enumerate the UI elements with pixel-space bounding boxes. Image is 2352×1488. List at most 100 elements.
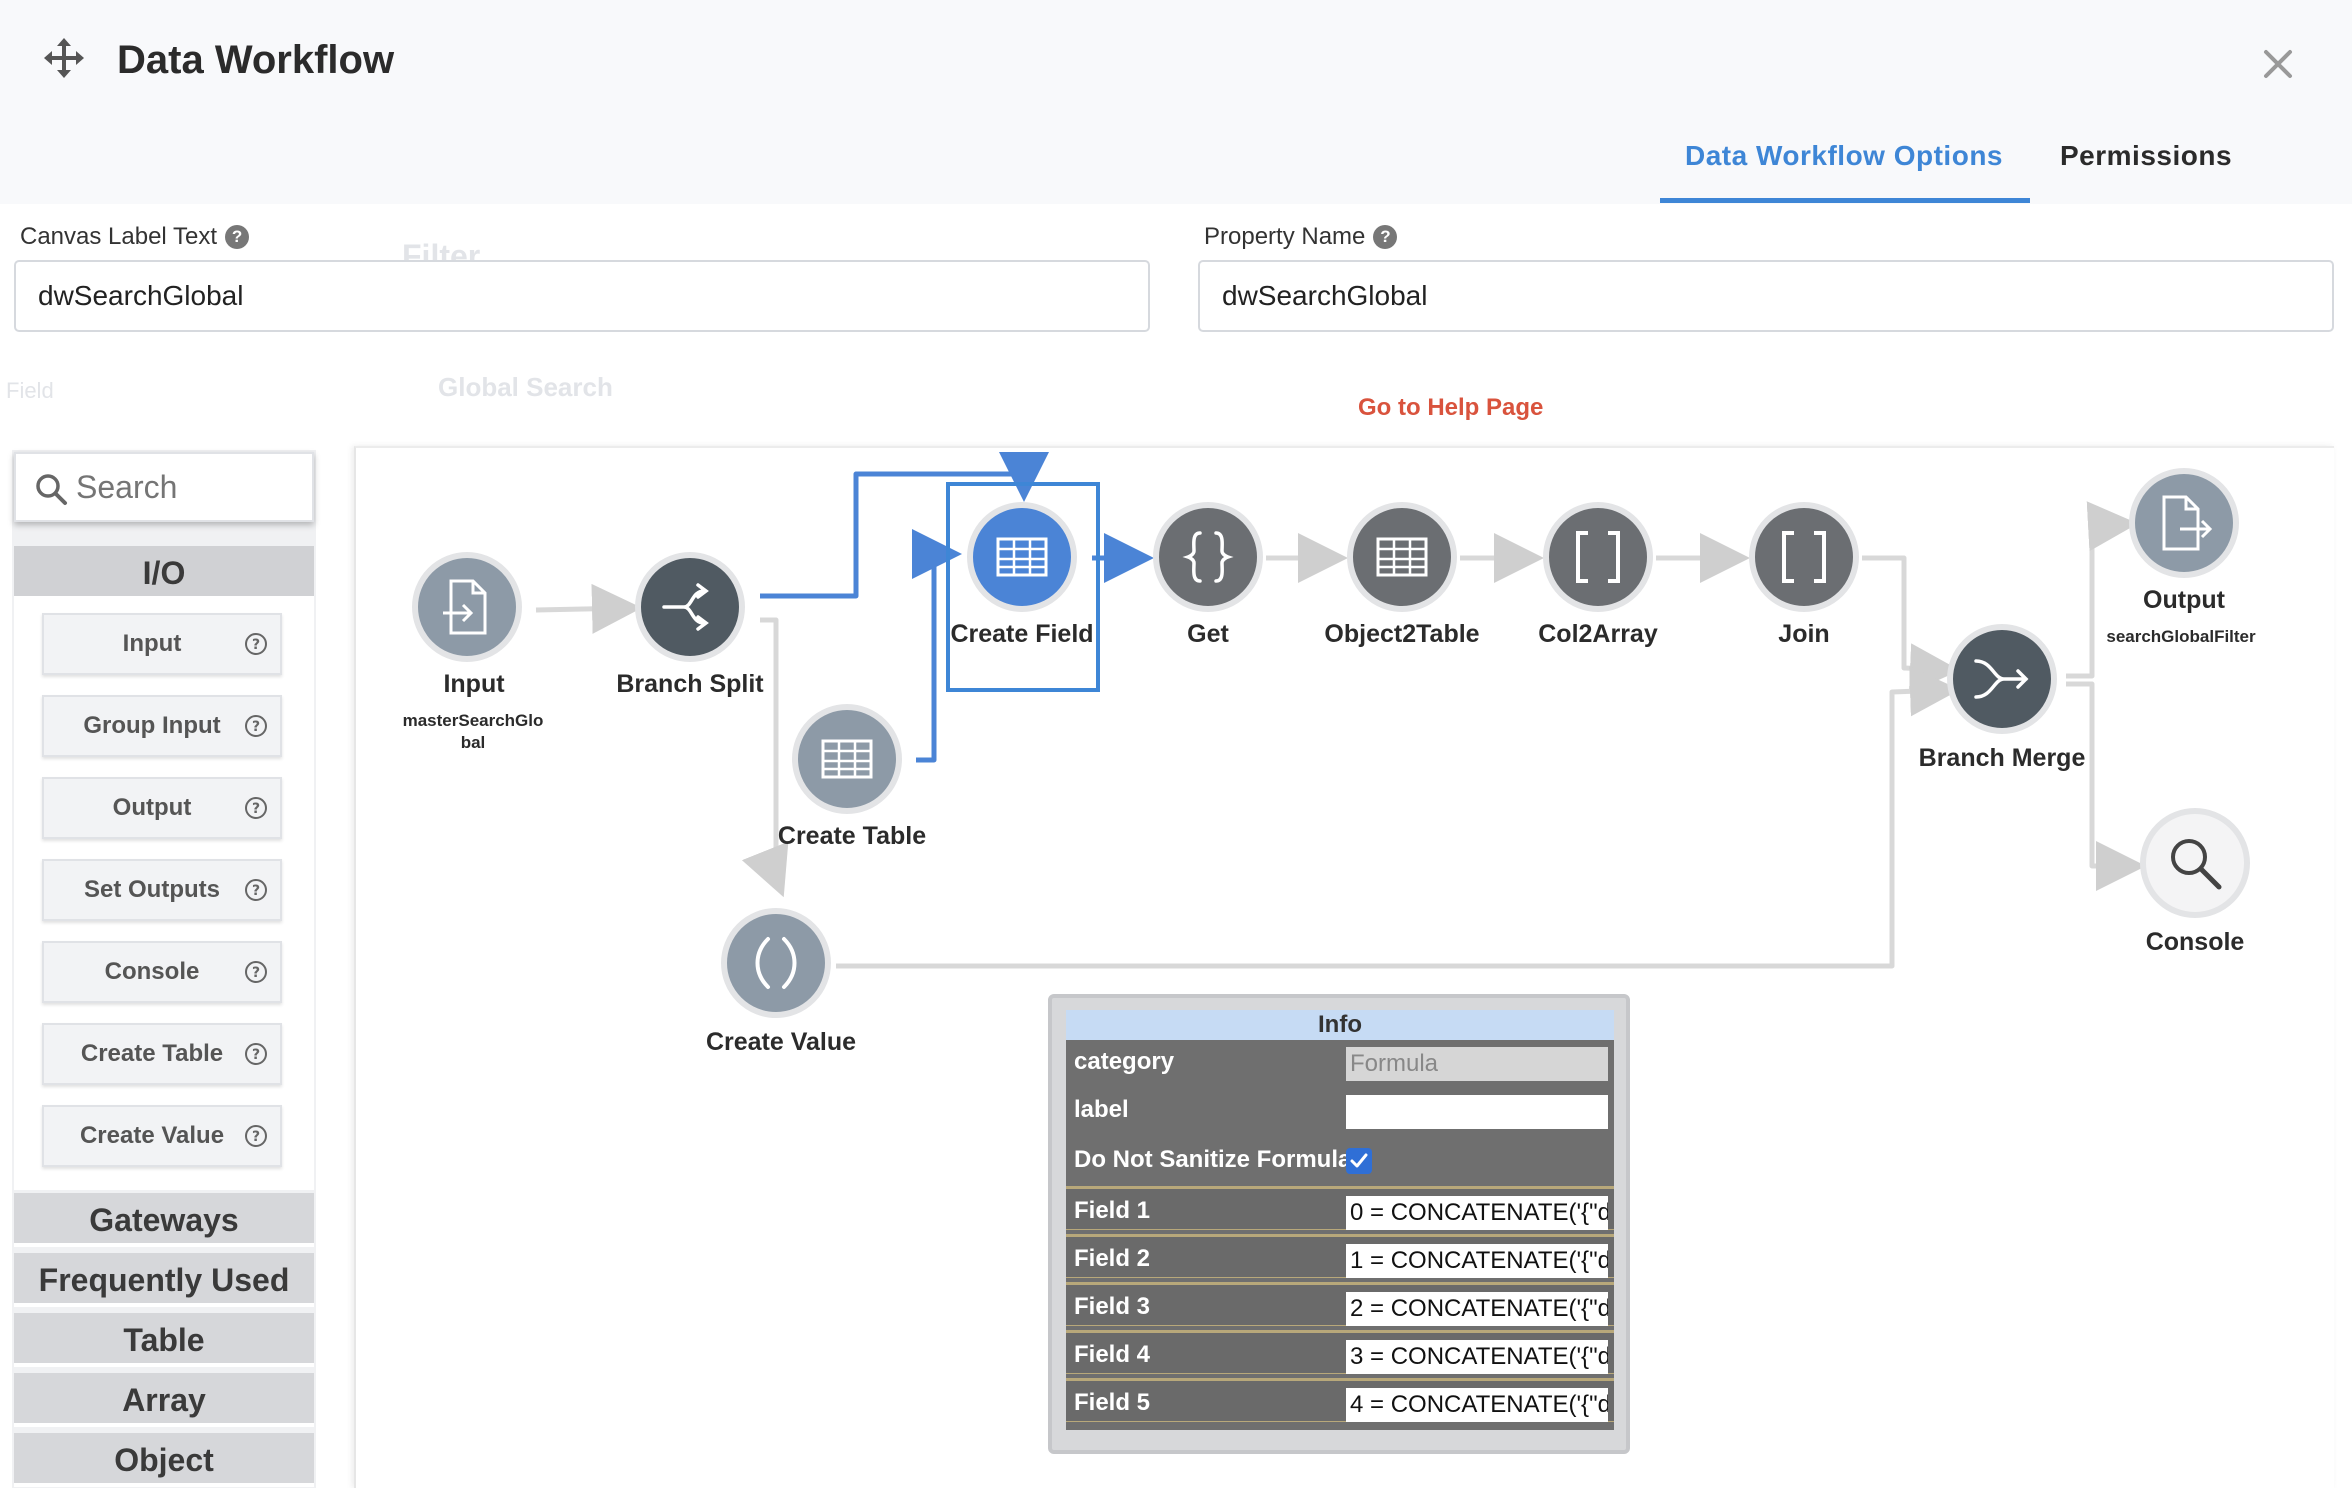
sanitize-checkbox[interactable] — [1346, 1148, 1372, 1174]
move-icon[interactable] — [44, 38, 84, 78]
node-create-value[interactable] — [721, 908, 831, 1018]
help-circle-icon[interactable]: ? — [244, 878, 268, 902]
field-5-input[interactable]: 4 = CONCATENATE('{"da — [1346, 1388, 1608, 1422]
help-circle-icon[interactable]: ? — [244, 960, 268, 984]
info-row-category: category Formula — [1066, 1040, 1614, 1084]
node-console-label: Console — [2145, 928, 2245, 956]
node-create-field[interactable] — [967, 502, 1077, 612]
help-circle-icon[interactable]: ? — [244, 1042, 268, 1066]
help-page-link[interactable]: Go to Help Page — [1358, 394, 1543, 422]
info-table: Info category Formula label Do Not Sanit… — [1066, 1010, 1614, 1430]
info-row-field-3: Field 3 2 = CONCATENATE('{"da — [1066, 1282, 1614, 1326]
square-brackets-icon — [1782, 531, 1826, 583]
node-branch-split-label: Branch Split — [616, 670, 764, 698]
curly-braces-icon — [1182, 531, 1234, 583]
node-input-label: Input — [443, 670, 505, 698]
palette-item-input[interactable]: Input ? — [42, 613, 282, 675]
checkmark-icon — [1350, 1153, 1368, 1168]
info-row-field-4: Field 4 3 = CONCATENATE('{"da — [1066, 1330, 1614, 1374]
node-branch-merge-label: Branch Merge — [1918, 744, 2086, 772]
help-circle-icon[interactable]: ? — [244, 632, 268, 656]
help-circle-icon[interactable]: ? — [244, 1124, 268, 1148]
help-circle-icon[interactable]: ? — [244, 796, 268, 820]
node-output-label: Output — [2143, 586, 2225, 614]
palette-item-output[interactable]: Output ? — [42, 777, 282, 839]
property-name-label: Property Name ? — [1204, 220, 1398, 254]
info-row-field-2: Field 2 1 = CONCATENATE('{"da — [1066, 1234, 1614, 1278]
search-icon — [36, 474, 67, 505]
dialog-header: Data Workflow Data Workflow Options Perm… — [0, 0, 2352, 204]
file-import-icon — [443, 579, 487, 635]
palette-item-console[interactable]: Console ? — [42, 941, 282, 1003]
palette-item-set-outputs[interactable]: Set Outputs ? — [42, 859, 282, 921]
palette-item-create-value[interactable]: Create Value ? — [42, 1105, 282, 1167]
label-input[interactable] — [1346, 1095, 1608, 1129]
node-output-sublabel: searchGlobalFilter — [2106, 627, 2256, 646]
help-icon[interactable]: ? — [225, 225, 250, 249]
branch-split-icon — [662, 583, 709, 631]
svg-text:?: ? — [252, 965, 260, 981]
node-join[interactable] — [1749, 502, 1859, 612]
field-3-input[interactable]: 2 = CONCATENATE('{"da — [1346, 1292, 1608, 1326]
info-row-field-5: Field 5 4 = CONCATENATE('{"da — [1066, 1378, 1614, 1422]
node-input[interactable] — [412, 552, 522, 662]
node-output[interactable] — [2129, 468, 2239, 578]
tab-permissions[interactable]: Permissions — [2060, 136, 2232, 176]
ghost-field-text: Field — [6, 378, 54, 403]
node-branch-split[interactable] — [635, 552, 745, 662]
svg-text:?: ? — [252, 637, 260, 653]
palette-section-io[interactable]: I/O — [14, 546, 314, 600]
node-console[interactable] — [2140, 808, 2250, 918]
palette-search-input[interactable] — [76, 468, 296, 506]
wire-input-branch-split — [535, 583, 642, 634]
help-icon[interactable]: ? — [1373, 225, 1398, 249]
svg-text:?: ? — [252, 801, 260, 817]
magnifier-icon — [2171, 839, 2222, 890]
ghost-global-search-text: Global Search — [438, 372, 613, 402]
field-1-input[interactable]: 0 = CONCATENATE('{"da — [1346, 1196, 1608, 1230]
palette-section-array[interactable]: Array — [14, 1373, 314, 1427]
file-export-icon — [2162, 495, 2213, 551]
table-icon — [996, 537, 1048, 577]
palette-item-create-table[interactable]: Create Table ? — [42, 1023, 282, 1085]
node-col2array-label: Col2Array — [1538, 620, 1658, 648]
table-icon — [1376, 537, 1428, 577]
palette-section-gateways[interactable]: Gateways — [14, 1193, 314, 1247]
help-circle-icon[interactable]: ? — [244, 714, 268, 738]
node-input-sublabel: masterSearchGlobal — [402, 711, 544, 752]
category-value: Formula — [1346, 1047, 1608, 1081]
table-icon — [821, 739, 873, 779]
square-brackets-icon — [1576, 531, 1620, 583]
info-title: Info — [1066, 1010, 1614, 1040]
close-icon[interactable] — [2258, 44, 2298, 84]
canvas-label-input[interactable] — [14, 260, 1150, 332]
wire-branch-merge-console — [2066, 681, 2146, 891]
dialog-title: Data Workflow — [117, 38, 395, 82]
palette-section-table[interactable]: Table — [14, 1313, 314, 1367]
node-object2table[interactable] — [1347, 502, 1457, 612]
node-col2array[interactable] — [1543, 502, 1653, 612]
tab-data-workflow-options[interactable]: Data Workflow Options — [1685, 136, 2003, 176]
node-get[interactable] — [1153, 502, 1263, 612]
field-4-input[interactable]: 3 = CONCATENATE('{"da — [1346, 1340, 1608, 1374]
svg-text:?: ? — [252, 883, 260, 899]
palette-item-group-input[interactable]: Group Input ? — [42, 695, 282, 757]
node-join-label: Join — [1778, 620, 1830, 648]
field-2-input[interactable]: 1 = CONCATENATE('{"da — [1346, 1244, 1608, 1278]
svg-text:?: ? — [252, 719, 260, 735]
active-tab-indicator — [1660, 198, 2030, 203]
svg-text:?: ? — [252, 1129, 260, 1145]
palette-section-object[interactable]: Object — [14, 1433, 314, 1487]
node-branch-merge[interactable] — [1947, 624, 2057, 734]
node-info-panel: Info category Formula label Do Not Sanit… — [1048, 994, 1630, 1454]
node-create-table[interactable] — [792, 704, 902, 814]
palette-search[interactable] — [14, 452, 314, 522]
info-row-sanitize: Do Not Sanitize Formula — [1066, 1138, 1614, 1182]
palette-section-frequently-used[interactable]: Frequently Used — [14, 1253, 314, 1307]
node-create-table-label: Create Table — [777, 822, 927, 850]
node-create-value-label: Create Value — [705, 1028, 857, 1056]
wire-join-branch-merge — [1862, 555, 1960, 694]
property-name-input[interactable] — [1198, 260, 2334, 332]
info-row-label: label — [1066, 1088, 1614, 1132]
parentheses-icon — [755, 937, 797, 989]
